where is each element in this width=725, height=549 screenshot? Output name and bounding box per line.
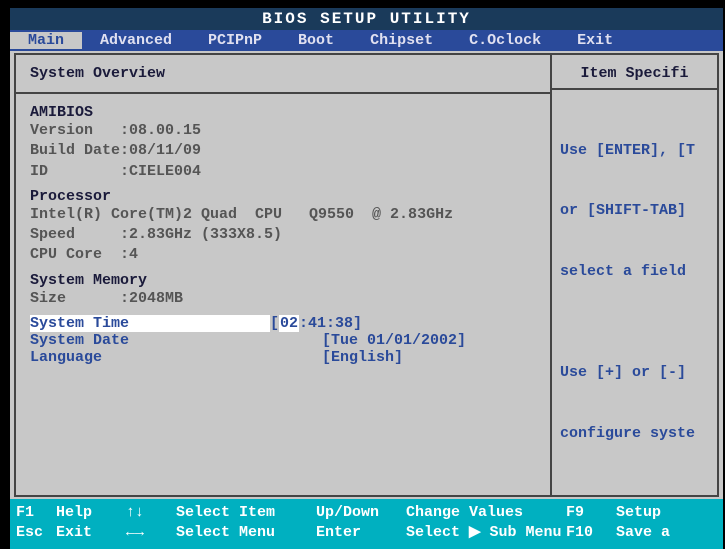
system-date-row[interactable]: System Date [Tue 01/01/2002] <box>30 332 536 349</box>
label-help: Help <box>56 503 126 523</box>
cpu-speed: 2.83GHz (333X8.5) <box>129 226 282 243</box>
label-save: Save a <box>616 523 670 543</box>
cpu-core-count: 4 <box>129 246 138 263</box>
language-label: Language <box>30 349 322 366</box>
cpu-name: Intel(R) Core(TM)2 Quad CPU Q9550 @ 2.83… <box>30 205 536 225</box>
memory-size-row: Size :2048MB <box>30 289 536 309</box>
key-f9: F9 <box>566 503 616 523</box>
system-time-label: System Time <box>30 315 129 332</box>
label-setup: Setup <box>616 503 661 523</box>
updown-icon: ↑↓ <box>126 503 176 523</box>
system-date-value[interactable]: [Tue 01/01/2002] <box>322 332 466 349</box>
key-esc: Esc <box>16 523 56 543</box>
memory-size: 2048MB <box>129 290 183 307</box>
bios-version: 08.00.15 <box>129 122 201 139</box>
menu-chipset[interactable]: Chipset <box>352 32 451 49</box>
menu-bar: Main Advanced PCIPnP Boot Chipset C.Oclo… <box>10 30 723 51</box>
bios-screen: BIOS SETUP UTILITY Main Advanced PCIPnP … <box>10 8 723 535</box>
bios-id-row: ID :CIELE004 <box>30 162 536 182</box>
menu-exit[interactable]: Exit <box>559 32 631 49</box>
processor-heading: Processor <box>30 188 536 205</box>
amibios-heading: AMIBIOS <box>30 104 536 121</box>
menu-coclock[interactable]: C.Oclock <box>451 32 559 49</box>
system-time-row[interactable]: System Time [02:41:38] <box>30 315 536 332</box>
footer-row-1: F1 Help ↑↓ Select Item Up/Down Change Va… <box>16 503 717 523</box>
label-change-values: Change Values <box>406 503 566 523</box>
system-date-label: System Date <box>30 332 322 349</box>
key-enter: Enter <box>316 523 406 543</box>
label-exit: Exit <box>56 523 126 543</box>
help-text: Use [ENTER], [T or [SHIFT-TAB] select a … <box>560 100 709 485</box>
left-pane: System Overview AMIBIOS Version :08.00.1… <box>16 55 552 495</box>
footer-row-2: Esc Exit ←→ Select Menu Enter Select ▶ S… <box>16 523 717 543</box>
overview-heading: System Overview <box>30 65 536 82</box>
menu-main[interactable]: Main <box>10 32 82 49</box>
bios-id: CIELE004 <box>129 163 201 180</box>
bios-build-row: Build Date:08/11/09 <box>30 141 536 161</box>
divider <box>16 92 550 94</box>
title-bar: BIOS SETUP UTILITY <box>10 8 723 30</box>
app-title: BIOS SETUP UTILITY <box>262 10 471 28</box>
label-select-item: Select Item <box>176 503 316 523</box>
cpu-speed-row: Speed :2.83GHz (333X8.5) <box>30 225 536 245</box>
menu-advanced[interactable]: Advanced <box>82 32 190 49</box>
memory-heading: System Memory <box>30 272 536 289</box>
label-select-submenu: Select ▶ Sub Menu <box>406 523 566 543</box>
leftright-icon: ←→ <box>126 523 176 543</box>
cpu-core-row: CPU Core :4 <box>30 245 536 265</box>
menu-boot[interactable]: Boot <box>280 32 352 49</box>
menu-pcipnp[interactable]: PCIPnP <box>190 32 280 49</box>
language-row[interactable]: Language [English] <box>30 349 536 366</box>
system-time-value[interactable]: [02:41:38] <box>270 315 362 332</box>
bios-version-row: Version :08.00.15 <box>30 121 536 141</box>
key-f10: F10 <box>566 523 616 543</box>
label-select-menu: Select Menu <box>176 523 316 543</box>
help-title: Item Specifi <box>560 65 709 82</box>
content-area: System Overview AMIBIOS Version :08.00.1… <box>14 53 719 497</box>
footer-bar: F1 Help ↑↓ Select Item Up/Down Change Va… <box>10 499 723 549</box>
help-pane: Item Specifi Use [ENTER], [T or [SHIFT-T… <box>552 55 717 495</box>
key-f1: F1 <box>16 503 56 523</box>
divider <box>552 88 717 90</box>
key-updown: Up/Down <box>316 503 406 523</box>
bios-build-date: 08/11/09 <box>129 142 201 159</box>
language-value[interactable]: [English] <box>322 349 403 366</box>
